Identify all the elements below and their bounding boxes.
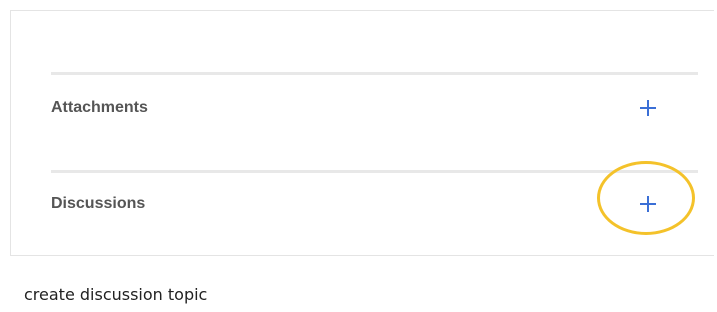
discussions-section-title: Discussions (51, 195, 146, 212)
divider (51, 170, 698, 173)
caption-text: create discussion topic (24, 285, 208, 304)
divider (51, 72, 698, 75)
add-discussion-button[interactable] (636, 192, 660, 216)
sidebar-panel (10, 10, 714, 256)
add-attachment-button[interactable] (636, 96, 660, 120)
attachments-section-title: Attachments (51, 99, 148, 116)
